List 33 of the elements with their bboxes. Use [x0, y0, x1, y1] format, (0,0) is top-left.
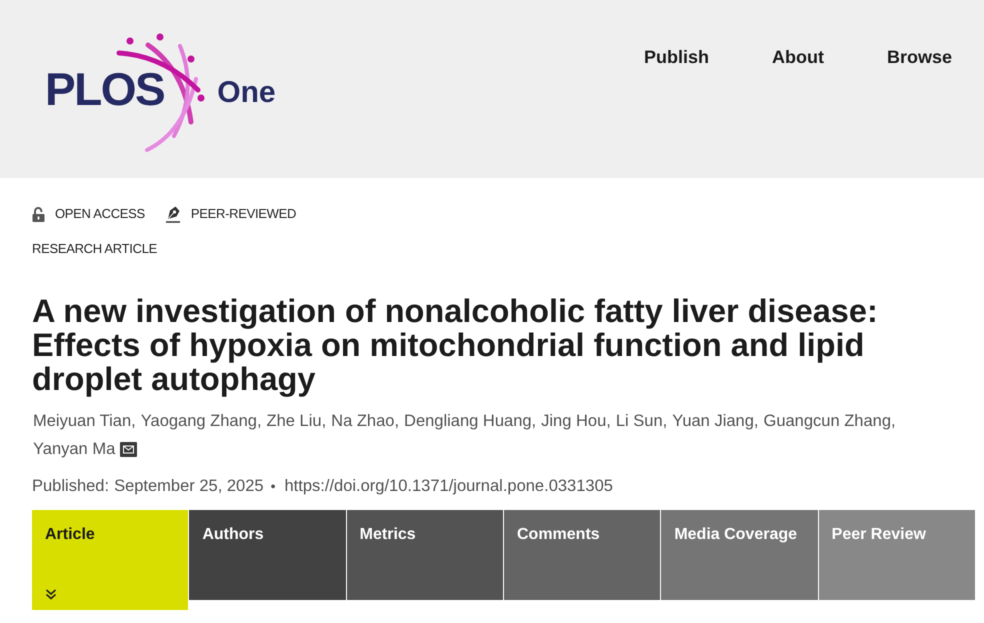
author-link[interactable]: Dengliang Huang, [404, 407, 536, 435]
tab[interactable]: Article [32, 510, 188, 610]
author-link[interactable]: Yanyan Ma [33, 435, 116, 463]
article-type-label: RESEARCH ARTICLE [32, 241, 158, 257]
article-title: A new investigation of nonalcoholic fatty liver disease: Effects of hypoxia on mitochondrial function and lipid droplet autophagy [32, 294, 879, 396]
author-link[interactable]: Yuan Jiang, [672, 407, 758, 435]
logo-wordmark: PLOS [45, 66, 164, 112]
nav-link[interactable]: Browse [886, 46, 952, 68]
author-link[interactable]: Meiyuan Tian, [33, 407, 136, 435]
open-padlock-icon [32, 206, 45, 222]
author-link[interactable]: Jing Hou, [541, 407, 611, 435]
author-link[interactable]: Zhe Liu, [266, 407, 326, 435]
author-link[interactable]: Yaogang Zhang, [140, 407, 262, 435]
pen-nib-icon [164, 205, 181, 223]
badge-label: OPEN ACCESS [55, 206, 145, 222]
tab[interactable]: Authors [189, 510, 346, 600]
tab[interactable]: Peer Review [818, 510, 975, 600]
tab[interactable]: Comments [504, 510, 660, 600]
author-link[interactable]: Li Sun, [616, 407, 668, 435]
nav-link[interactable]: About [772, 46, 824, 68]
doi-link[interactable]: https://doi.org/10.1371/journal.pone.0331305 [284, 476, 613, 496]
nav-link[interactable]: Publish [644, 46, 709, 68]
tab[interactable]: Media Coverage [661, 510, 818, 600]
author-link[interactable]: Guangcun Zhang, [763, 407, 896, 435]
tab[interactable]: Metrics [346, 510, 503, 600]
publication-date: September 25, 2025 [114, 476, 264, 496]
double-chevron-down-icon [45, 588, 57, 600]
journal-name: One [217, 78, 276, 108]
badge-label: PEER-REVIEWED [190, 206, 296, 222]
separator-dot: • [270, 477, 276, 496]
author-link[interactable]: Na Zhao, [331, 407, 400, 435]
envelope-icon[interactable] [120, 442, 138, 456]
published-label: Published: [32, 476, 110, 496]
